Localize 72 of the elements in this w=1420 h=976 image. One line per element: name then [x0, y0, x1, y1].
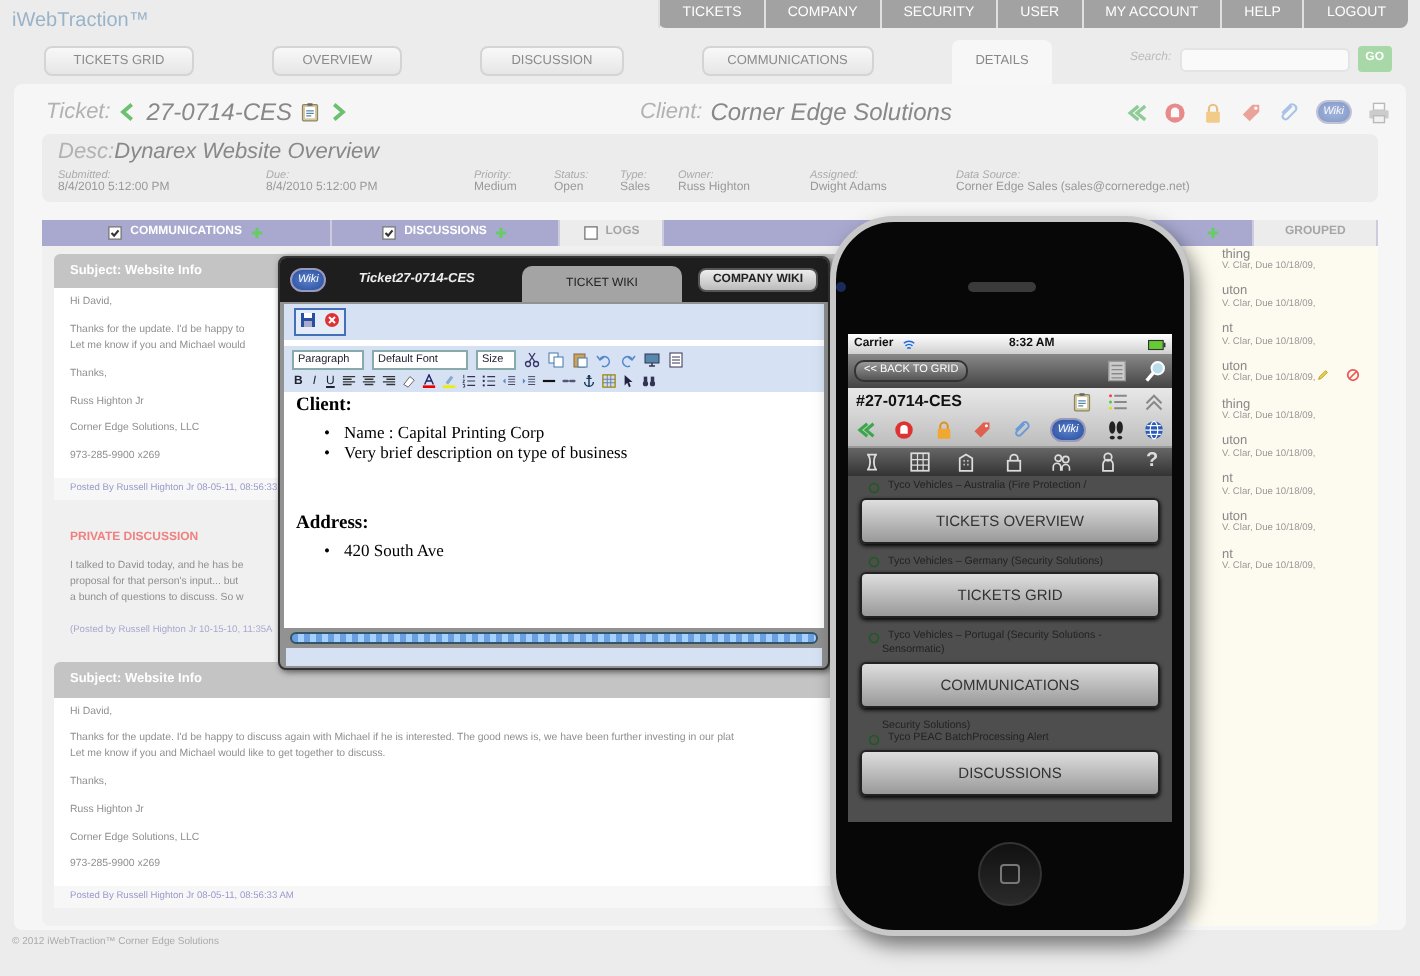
app-logo: iWebTraction™: [10, 8, 149, 36]
wiki-bullet: 420 South Ave: [344, 540, 444, 561]
footprints-icon[interactable]: [1105, 420, 1126, 441]
cursor-icon[interactable]: [622, 374, 637, 388]
horizontal-rule-icon[interactable]: [542, 374, 557, 388]
circle-icon: [868, 631, 880, 644]
copy-icon[interactable]: [548, 352, 564, 368]
horizontal-scrollbar[interactable]: [290, 632, 818, 644]
lock-icon[interactable]: [1003, 452, 1024, 473]
paperclip-icon[interactable]: [1011, 420, 1031, 441]
ticket-number: #27-0714-CES: [856, 390, 962, 414]
clipboard-icon[interactable]: [300, 102, 321, 122]
circle-icon: [868, 556, 880, 569]
bullet-list-icon[interactable]: [482, 374, 497, 388]
ticket-label: Ticket:: [46, 97, 111, 128]
undo-icon[interactable]: [596, 352, 612, 368]
link-icon[interactable]: [562, 374, 577, 388]
checkbox[interactable]: [382, 225, 397, 240]
save-icon[interactable]: [300, 312, 316, 328]
tag-icon[interactable]: [972, 420, 993, 441]
bullet-marker: •: [324, 443, 332, 463]
document-icon[interactable]: [668, 352, 684, 368]
notepad-icon[interactable]: [1106, 360, 1128, 382]
eraser-icon[interactable]: [402, 374, 417, 388]
paste-icon[interactable]: [572, 352, 588, 368]
align-right-icon[interactable]: [382, 374, 397, 388]
paperclip-icon[interactable]: [1277, 101, 1300, 123]
desc-title: Dynarex Website Overview: [114, 138, 380, 168]
search-icon[interactable]: [1144, 360, 1166, 382]
indent-icon[interactable]: [522, 374, 537, 388]
wiki-heading: Address:: [296, 514, 371, 537]
numbered-list-icon[interactable]: [462, 374, 477, 388]
redo-icon[interactable]: [620, 352, 636, 368]
people-icon[interactable]: [1051, 452, 1072, 473]
bullet-marker: •: [324, 424, 332, 444]
person-icon[interactable]: [1098, 452, 1119, 473]
cancel-icon[interactable]: [324, 312, 340, 328]
cut-icon[interactable]: [524, 352, 540, 368]
desc-label: Desc:: [58, 138, 115, 168]
circle-icon: [868, 733, 880, 746]
client-label: Client:: [640, 97, 703, 128]
align-left-icon[interactable]: [342, 374, 357, 388]
circle-icon: [868, 481, 880, 494]
bullet-marker: •: [324, 542, 332, 562]
clipboard-icon[interactable]: [1072, 392, 1092, 412]
wifi-icon: [901, 337, 916, 351]
binoculars-icon[interactable]: [642, 374, 657, 388]
alarm-icon[interactable]: [1163, 101, 1186, 123]
ticket-number: 27-0714-CES: [146, 96, 293, 130]
text-color-icon[interactable]: [422, 374, 437, 388]
wiki-heading: Client:: [296, 396, 354, 419]
table-icon[interactable]: [602, 374, 617, 388]
anchor-icon[interactable]: [582, 374, 597, 388]
checkbox[interactable]: [583, 225, 598, 240]
home-button[interactable]: [978, 842, 1042, 906]
chevron-up-icon[interactable]: [1144, 392, 1164, 412]
monitor-icon[interactable]: [644, 352, 660, 368]
wiki-bullet: Very brief description on type of business: [344, 441, 628, 462]
list-icon[interactable]: [1108, 392, 1128, 412]
wiki-bullet: Name : Capital Printing Corp: [344, 422, 545, 443]
outdent-icon[interactable]: [502, 374, 517, 388]
checkbox[interactable]: [108, 225, 123, 240]
help-button[interactable]: ?: [1145, 452, 1159, 473]
building-icon[interactable]: [956, 452, 977, 473]
client-name: Corner Edge Solutions: [710, 96, 952, 130]
battery-icon: [1147, 335, 1166, 353]
alarm-icon[interactable]: [894, 420, 915, 441]
globe-icon[interactable]: [1143, 420, 1164, 441]
align-center-icon[interactable]: [362, 374, 377, 388]
grid-icon[interactable]: [909, 452, 930, 473]
no-entry-icon[interactable]: [1345, 367, 1360, 382]
scroll-icon[interactable]: [861, 452, 882, 473]
